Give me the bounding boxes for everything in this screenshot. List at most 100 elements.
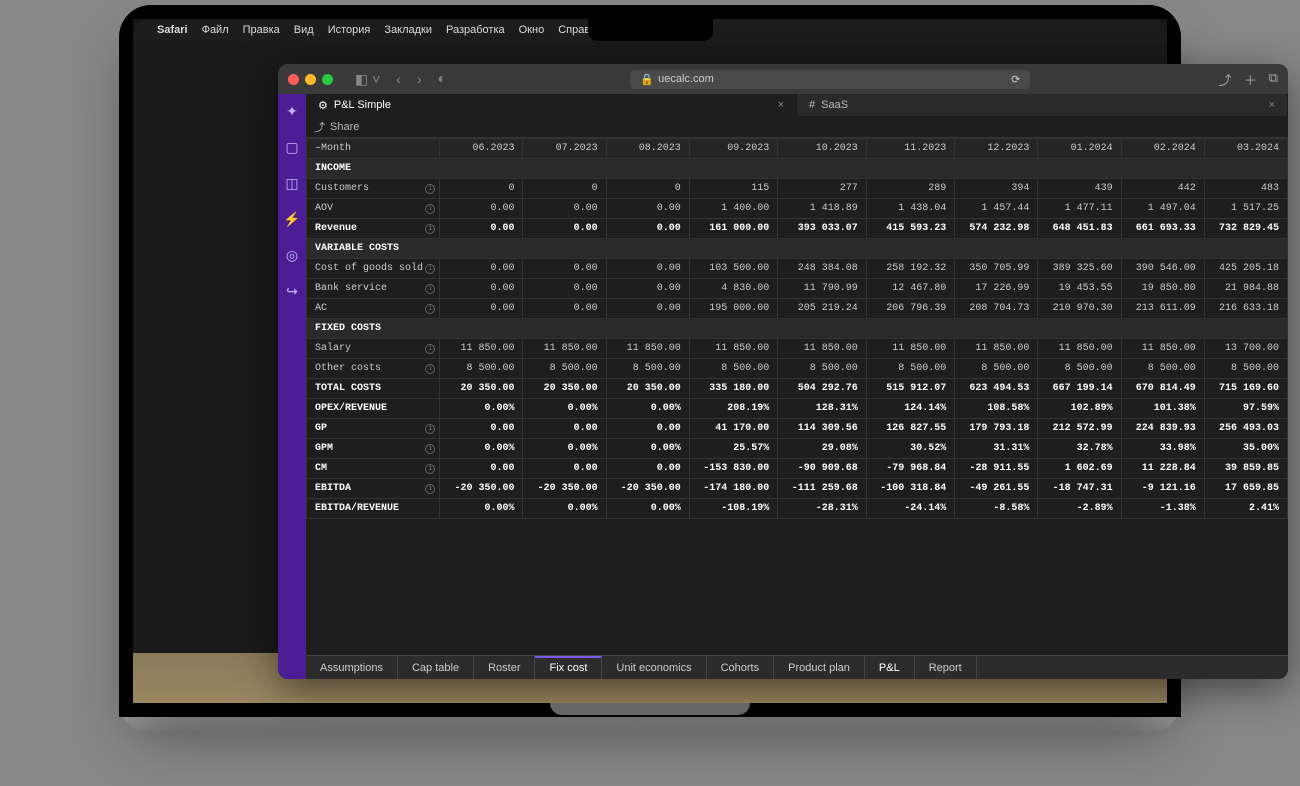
cell-value[interactable]: 0.00 — [523, 199, 606, 219]
tab-pl-simple[interactable]: ⚙ P&L Simple × — [306, 94, 797, 116]
cell-value[interactable]: 32.78% — [1038, 439, 1121, 459]
cell-value[interactable]: 623 494.53 — [955, 379, 1038, 399]
cell-value[interactable]: 350 705.99 — [955, 259, 1038, 279]
cell-value[interactable]: 256 493.03 — [1204, 419, 1287, 439]
cell-value[interactable]: 206 796.39 — [866, 299, 955, 319]
cell-value[interactable]: 0.00% — [523, 399, 606, 419]
cell-value[interactable]: 8 500.00 — [1038, 359, 1121, 379]
cell-value[interactable]: 0.00% — [440, 499, 523, 519]
cell-value[interactable]: 0.00 — [606, 299, 689, 319]
info-icon[interactable]: i — [425, 424, 435, 434]
share-icon[interactable]: ⤴ — [1219, 70, 1232, 89]
cell-value[interactable]: 389 325.60 — [1038, 259, 1121, 279]
info-icon[interactable]: i — [425, 464, 435, 474]
cell-value[interactable]: 442 — [1121, 179, 1204, 199]
new-tab-icon[interactable]: ＋ — [1244, 70, 1257, 89]
cell-value[interactable]: 108.58% — [955, 399, 1038, 419]
cell-value[interactable]: 0.00 — [523, 419, 606, 439]
cell-value[interactable]: -8.58% — [955, 499, 1038, 519]
cell-value[interactable]: 439 — [1038, 179, 1121, 199]
folder-icon[interactable]: ▢ — [283, 138, 301, 156]
logout-icon[interactable]: ↪ — [283, 282, 301, 300]
cell-value[interactable]: 667 199.14 — [1038, 379, 1121, 399]
cell-value[interactable]: 2.41% — [1204, 499, 1287, 519]
reload-icon[interactable]: ⟳ — [1011, 73, 1020, 86]
cell-value[interactable]: 115 — [689, 179, 778, 199]
menubar-item[interactable]: Правка — [243, 24, 280, 36]
cell-value[interactable]: -2.89% — [1038, 499, 1121, 519]
cell-value[interactable]: 0 — [440, 179, 523, 199]
cell-value[interactable]: 648 451.83 — [1038, 219, 1121, 239]
cell-value[interactable]: 0.00 — [606, 279, 689, 299]
cell-value[interactable]: 0.00 — [523, 259, 606, 279]
cell-value[interactable]: 0.00 — [440, 459, 523, 479]
cell-value[interactable]: 8 500.00 — [778, 359, 867, 379]
info-icon[interactable]: i — [425, 444, 435, 454]
menubar-app-name[interactable]: Safari — [157, 24, 188, 36]
tab-saas[interactable]: # SaaS × — [797, 94, 1288, 116]
cell-value[interactable]: 102.89% — [1038, 399, 1121, 419]
cell-value[interactable]: 393 033.07 — [778, 219, 867, 239]
cell-value[interactable]: 0.00 — [523, 219, 606, 239]
address-bar[interactable]: 🔒 uecalc.com ⟳ — [630, 70, 1030, 89]
cell-value[interactable]: 0.00 — [606, 259, 689, 279]
cell-value[interactable]: 504 292.76 — [778, 379, 867, 399]
cell-value[interactable]: -20 350.00 — [523, 479, 606, 499]
cell-value[interactable]: 415 593.23 — [866, 219, 955, 239]
shield-icon[interactable]: ◐ — [434, 70, 450, 89]
cell-value[interactable]: 0.00 — [440, 299, 523, 319]
cell-value[interactable]: 0.00 — [440, 279, 523, 299]
cell-value[interactable]: 19 850.80 — [1121, 279, 1204, 299]
menubar-item[interactable]: Вид — [294, 24, 314, 36]
cell-value[interactable]: 8 500.00 — [606, 359, 689, 379]
sheet-tab[interactable]: Cap table — [398, 656, 474, 679]
cell-value[interactable]: 394 — [955, 179, 1038, 199]
cell-value[interactable]: 289 — [866, 179, 955, 199]
cell-value[interactable]: 195 000.00 — [689, 299, 778, 319]
info-icon[interactable]: i — [425, 284, 435, 294]
cell-value[interactable]: 179 793.18 — [955, 419, 1038, 439]
sheet-tab[interactable]: Report — [915, 656, 977, 679]
cell-value[interactable]: 0.00% — [606, 399, 689, 419]
cell-value[interactable]: 277 — [778, 179, 867, 199]
cell-value[interactable]: 128.31% — [778, 399, 867, 419]
cell-value[interactable]: 13 700.00 — [1204, 339, 1287, 359]
cell-value[interactable]: 8 500.00 — [1121, 359, 1204, 379]
cell-value[interactable]: -79 968.84 — [866, 459, 955, 479]
tabs-overview-icon[interactable]: ⧉ — [1269, 70, 1278, 89]
cell-value[interactable]: -18 747.31 — [1038, 479, 1121, 499]
cell-value[interactable]: 0.00% — [523, 499, 606, 519]
cell-value[interactable]: 0.00 — [523, 459, 606, 479]
cell-value[interactable]: 210 970.30 — [1038, 299, 1121, 319]
cell-value[interactable]: 33.98% — [1121, 439, 1204, 459]
cell-value[interactable]: 11 228.84 — [1121, 459, 1204, 479]
cell-value[interactable]: 19 453.55 — [1038, 279, 1121, 299]
cell-value[interactable]: 1 602.69 — [1038, 459, 1121, 479]
sheet-tab[interactable]: Fix cost — [535, 656, 602, 679]
cell-value[interactable]: 483 — [1204, 179, 1287, 199]
menubar-item[interactable]: Разработка — [446, 24, 505, 36]
menubar-item[interactable]: Окно — [519, 24, 545, 36]
cell-value[interactable]: 103 500.00 — [689, 259, 778, 279]
cell-value[interactable]: 1 418.89 — [778, 199, 867, 219]
sheet-tab[interactable]: Cohorts — [707, 656, 775, 679]
close-window-button[interactable] — [288, 74, 299, 85]
cell-value[interactable]: 425 205.18 — [1204, 259, 1287, 279]
cell-value[interactable]: -24.14% — [866, 499, 955, 519]
cell-value[interactable]: -174 180.00 — [689, 479, 778, 499]
info-icon[interactable]: i — [425, 344, 435, 354]
cell-value[interactable]: -100 318.84 — [866, 479, 955, 499]
cell-value[interactable]: 224 839.93 — [1121, 419, 1204, 439]
cell-value[interactable]: 8 500.00 — [440, 359, 523, 379]
cell-value[interactable]: 1 517.25 — [1204, 199, 1287, 219]
cell-value[interactable]: 248 384.08 — [778, 259, 867, 279]
cell-value[interactable]: 1 457.44 — [955, 199, 1038, 219]
cell-value[interactable]: 11 850.00 — [606, 339, 689, 359]
cell-value[interactable]: 29.08% — [778, 439, 867, 459]
cell-value[interactable]: 0.00 — [440, 199, 523, 219]
cell-value[interactable]: 11 790.99 — [778, 279, 867, 299]
cell-value[interactable]: 4 830.00 — [689, 279, 778, 299]
cell-value[interactable]: 661 693.33 — [1121, 219, 1204, 239]
sheet-tab[interactable]: Unit economics — [602, 656, 706, 679]
minimize-window-button[interactable] — [305, 74, 316, 85]
